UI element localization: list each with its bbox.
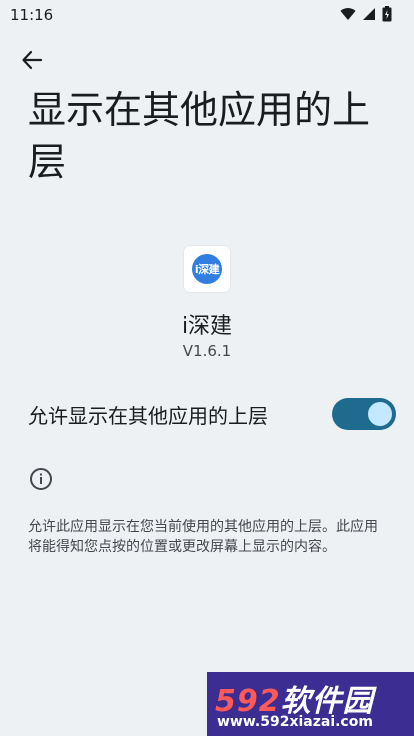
allow-overlay-label: 允许显示在其他应用的上层	[28, 403, 268, 428]
permission-description: 允许此应用显示在您当前使用的其他应用的上层。此应用将能得知您点按的位置或更改屏幕…	[28, 519, 378, 555]
status-time: 11:16	[10, 6, 54, 24]
back-button[interactable]	[16, 44, 48, 76]
status-icons	[340, 6, 392, 22]
page-title: 显示在其他应用的上层	[28, 88, 371, 184]
battery-icon	[382, 6, 392, 22]
watermark-logo: 592软件园 www.592xiazai.com	[207, 672, 414, 736]
app-logo: i深建	[192, 254, 222, 284]
wifi-icon	[340, 8, 356, 20]
info-icon	[30, 468, 52, 490]
app-version: V1.6.1	[182, 342, 232, 360]
allow-overlay-toggle-row[interactable]: 允许显示在其他应用的上层	[28, 396, 396, 432]
app-name: i深建	[181, 314, 233, 339]
status-bar: 11:16	[0, 0, 414, 30]
signal-icon	[363, 8, 375, 20]
watermark-url: www.592xiazai.com	[217, 714, 373, 730]
allow-overlay-switch[interactable]	[332, 398, 396, 430]
arrow-back-icon	[22, 50, 43, 70]
app-icon: i深建	[184, 246, 230, 292]
switch-thumb	[368, 402, 392, 426]
